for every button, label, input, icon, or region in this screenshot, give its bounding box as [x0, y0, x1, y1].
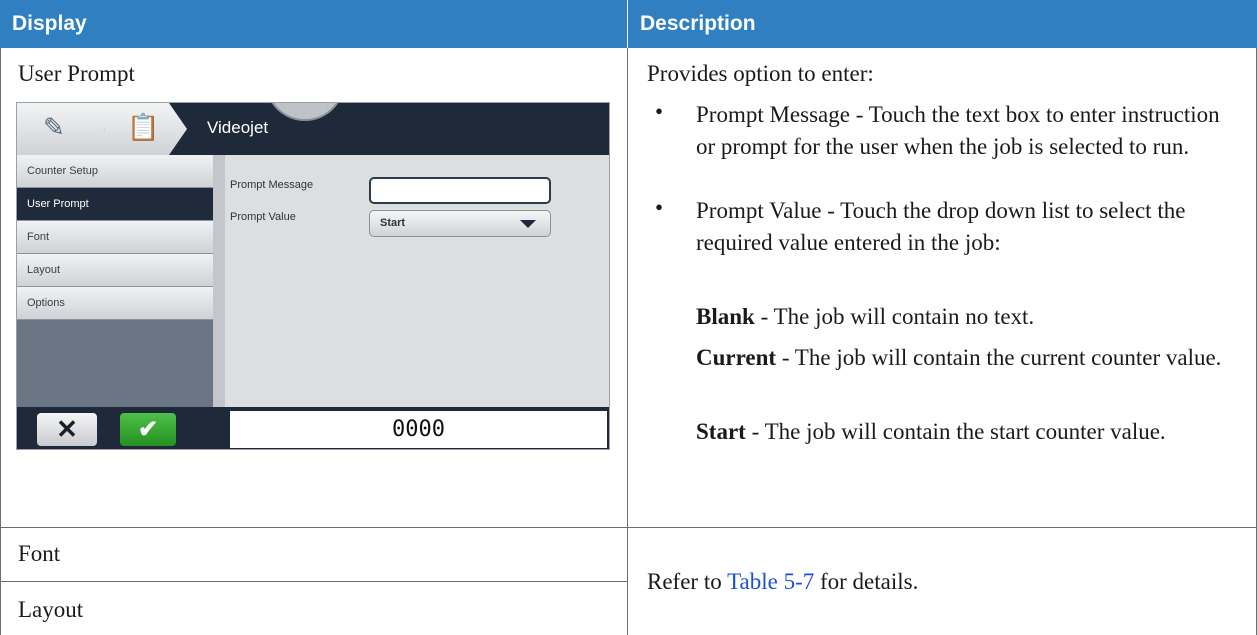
display-user-prompt: User Prompt: [18, 61, 135, 86]
confirm-button[interactable]: ✔: [120, 413, 176, 446]
refer-suffix: for details.: [814, 569, 919, 594]
option-text: - The job will contain no text.: [754, 304, 1035, 329]
table-link[interactable]: Table 5-7: [727, 569, 814, 594]
sidebar-item-options[interactable]: Options: [17, 287, 213, 320]
prompt-message-label: Prompt Message: [230, 179, 314, 191]
cancel-button[interactable]: ✕: [37, 413, 97, 446]
table-column-divider: [627, 48, 628, 635]
row-divider-1: [0, 527, 1257, 528]
option-term: Current: [696, 345, 777, 370]
chevron-down-icon: [520, 220, 536, 228]
option-start: Start - The job will contain the start c…: [696, 416, 1236, 448]
option-text: - The job will contain the start counter…: [745, 419, 1166, 444]
bullet-title: Prompt Message: [696, 102, 850, 127]
breadcrumb-edit[interactable]: ✎: [17, 103, 105, 155]
option-blank: Blank - The job will contain no text.: [696, 301, 1236, 333]
bullet-prompt-value: Prompt Value - Touch the drop down list …: [696, 195, 1236, 259]
header-display: Display: [0, 0, 627, 48]
bullet-title: Prompt Value: [696, 198, 822, 223]
sidebar-item-counter-setup[interactable]: Counter Setup: [17, 155, 213, 188]
display-font: Font: [18, 541, 61, 566]
device-screenshot: ✎ 📋 Videojet Counter Setup User Prompt F…: [16, 102, 610, 450]
device-title: Videojet: [207, 118, 269, 137]
prompt-message-input[interactable]: [369, 177, 551, 204]
bullet-dot: •: [655, 195, 664, 220]
option-term: Start: [696, 419, 746, 444]
header-description: Description: [628, 0, 1257, 48]
sidebar-item-font[interactable]: Font: [17, 221, 213, 254]
option-text: - The job will contain the current count…: [776, 345, 1222, 370]
sidebar-item-user-prompt[interactable]: User Prompt: [17, 188, 213, 221]
prompt-value-select[interactable]: Start: [369, 210, 551, 237]
check-icon: ✔: [137, 416, 159, 443]
bullet-prompt-message: Prompt Message - Touch the text box to e…: [696, 99, 1236, 163]
description-intro: Provides option to enter:: [647, 61, 874, 86]
clipboard-icon: 📋: [127, 112, 160, 142]
counter-display: 0000: [230, 411, 607, 448]
display-layout: Layout: [18, 597, 84, 622]
row-divider-2: [0, 581, 627, 582]
close-icon: ✕: [56, 414, 78, 444]
prompt-value-selected: Start: [380, 217, 406, 229]
sidebar-item-layout[interactable]: Layout: [17, 254, 213, 287]
table-border-left: [0, 48, 1, 635]
edit-icon: ✎: [43, 112, 65, 142]
shared-description: Refer to Table 5-7 for details.: [647, 566, 918, 598]
refer-prefix: Refer to: [647, 569, 728, 594]
bullet-dot: •: [655, 99, 664, 124]
option-current: Current - The job will contain the curre…: [696, 342, 1236, 374]
sidebar-divider: [213, 155, 225, 407]
prompt-value-label: Prompt Value: [230, 211, 296, 223]
option-term: Blank: [696, 304, 755, 329]
settings-table: Display Description User Prompt ✎ 📋 Vide…: [0, 0, 1257, 635]
